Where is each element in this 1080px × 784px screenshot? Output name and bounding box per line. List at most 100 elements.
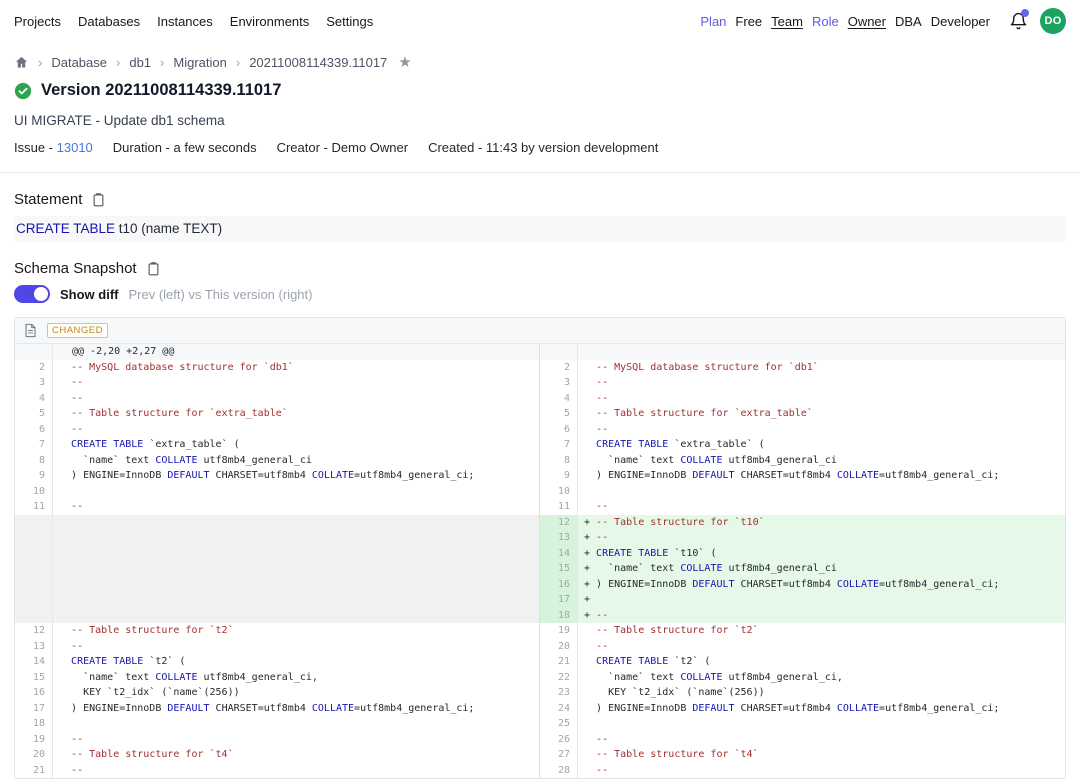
snapshot-section-heading: Schema Snapshot xyxy=(0,242,1080,277)
version-header: Version 20211008114339.11017 xyxy=(0,70,1080,100)
line-number: 6 xyxy=(540,422,578,438)
diff-line: 16 KEY `t2_idx` (`name`(256)) xyxy=(15,685,539,701)
breadcrumb-item[interactable]: 20211008114339.11017 xyxy=(249,55,387,70)
line-code: ) ENGINE=InnoDB DEFAULT CHARSET=utf8mb4 … xyxy=(578,468,1065,484)
nav-item-projects[interactable]: Projects xyxy=(14,14,61,29)
line-number: 26 xyxy=(540,732,578,748)
diff-line: 17 ) ENGINE=InnoDB DEFAULT CHARSET=utf8m… xyxy=(15,701,539,717)
diff-line: 26 -- xyxy=(540,732,1065,748)
line-code: -- MySQL database structure for `db1` xyxy=(578,360,1065,376)
line-number: 19 xyxy=(15,732,53,748)
diff-line: 9 ) ENGINE=InnoDB DEFAULT CHARSET=utf8mb… xyxy=(540,468,1065,484)
nav-item-settings[interactable]: Settings xyxy=(326,14,373,29)
line-code: CREATE TABLE `extra_table` ( xyxy=(578,437,1065,453)
role-option-dba[interactable]: DBA xyxy=(895,14,922,29)
snapshot-heading: Schema Snapshot xyxy=(14,260,137,277)
breadcrumb-item[interactable]: db1 xyxy=(129,55,151,70)
role-label[interactable]: Role xyxy=(812,14,839,29)
copy-snapshot-button[interactable] xyxy=(146,261,161,277)
plan-label[interactable]: Plan xyxy=(700,14,726,29)
line-code: `name` text COLLATE utf8mb4_general_ci xyxy=(578,453,1065,469)
line-number: 8 xyxy=(15,453,53,469)
sql-token: t10 (name TEXT) xyxy=(115,221,222,236)
nav-item-environments[interactable]: Environments xyxy=(230,14,309,29)
diff-line: 15 `name` text COLLATE utf8mb4_general_c… xyxy=(15,670,539,686)
role-option-owner[interactable]: Owner xyxy=(848,14,886,29)
line-number xyxy=(15,608,53,624)
breadcrumb-item[interactable]: Migration xyxy=(173,55,226,70)
issue-link[interactable]: 13010 xyxy=(57,140,93,155)
diff-line: @@ -2,20 +2,27 @@ xyxy=(15,344,539,360)
plan-option-team[interactable]: Team xyxy=(771,14,803,29)
diff-line: 6 -- xyxy=(540,422,1065,438)
line-number: 15 xyxy=(540,561,578,577)
diff-line: 5 -- Table structure for `extra_table` xyxy=(15,406,539,422)
avatar[interactable]: DO xyxy=(1040,8,1066,34)
home-icon[interactable] xyxy=(14,55,29,70)
diff-line: 14+ CREATE TABLE `t10` ( xyxy=(540,546,1065,562)
breadcrumb-item[interactable]: Database xyxy=(51,55,107,70)
notifications-button[interactable] xyxy=(1005,8,1031,34)
diff-line: 2 -- MySQL database structure for `db1` xyxy=(15,360,539,376)
line-number: 20 xyxy=(540,639,578,655)
line-number: 10 xyxy=(15,484,53,500)
line-number: 17 xyxy=(15,701,53,717)
line-code xyxy=(53,530,539,546)
diff-line: 5 -- Table structure for `extra_table` xyxy=(540,406,1065,422)
line-code: CREATE TABLE `extra_table` ( xyxy=(53,437,539,453)
line-code xyxy=(578,344,1065,360)
line-code xyxy=(53,515,539,531)
line-number: 7 xyxy=(540,437,578,453)
meta-created: Created - 11:43 by version development xyxy=(428,140,658,155)
line-number xyxy=(15,515,53,531)
line-code: -- Table structure for `t4` xyxy=(578,747,1065,763)
meta-creator: Creator - Demo Owner xyxy=(277,140,408,155)
line-number: 4 xyxy=(15,391,53,407)
line-number: 6 xyxy=(15,422,53,438)
diff-line: 14 CREATE TABLE `t2` ( xyxy=(15,654,539,670)
diff-line: 10 xyxy=(540,484,1065,500)
line-code xyxy=(578,716,1065,732)
notification-dot xyxy=(1021,9,1029,17)
diff-line: 9 ) ENGINE=InnoDB DEFAULT CHARSET=utf8mb… xyxy=(15,468,539,484)
role-option-developer[interactable]: Developer xyxy=(931,14,990,29)
favorite-star-icon[interactable]: ★ xyxy=(398,55,411,70)
toggle-label: Show diff xyxy=(60,287,119,302)
diff-line: 4 -- xyxy=(540,391,1065,407)
line-code: -- xyxy=(578,499,1065,515)
diff-line: 2 -- MySQL database structure for `db1` xyxy=(540,360,1065,376)
nav-item-instances[interactable]: Instances xyxy=(157,14,213,29)
line-number xyxy=(15,592,53,608)
nav-right: Plan Free Team Role Owner DBA Developer DO xyxy=(700,8,1066,34)
line-number: 17 xyxy=(540,592,578,608)
line-number xyxy=(540,344,578,360)
show-diff-toggle[interactable] xyxy=(14,285,50,303)
line-number: 25 xyxy=(540,716,578,732)
copy-statement-button[interactable] xyxy=(91,192,106,208)
line-code: ) ENGINE=InnoDB DEFAULT CHARSET=utf8mb4 … xyxy=(578,701,1065,717)
line-number: 8 xyxy=(540,453,578,469)
diff-line: 7 CREATE TABLE `extra_table` ( xyxy=(15,437,539,453)
line-code: + -- xyxy=(578,530,1065,546)
line-code: -- MySQL database structure for `db1` xyxy=(53,360,539,376)
line-code: -- xyxy=(53,763,539,779)
sql-token: CREATE TABLE xyxy=(16,221,115,236)
line-code: + -- Table structure for `t10` xyxy=(578,515,1065,531)
diff-line: 15+ `name` text COLLATE utf8mb4_general_… xyxy=(540,561,1065,577)
line-number: 2 xyxy=(540,360,578,376)
file-icon xyxy=(24,323,37,338)
plan-switcher: Plan Free Team xyxy=(700,14,803,29)
main-menu: Projects Databases Instances Environments Se… xyxy=(14,14,373,29)
line-number: 9 xyxy=(540,468,578,484)
line-code: -- xyxy=(53,499,539,515)
line-code: -- Table structure for `t2` xyxy=(578,623,1065,639)
nav-item-databases[interactable]: Databases xyxy=(78,14,140,29)
line-number: 15 xyxy=(15,670,53,686)
line-code xyxy=(53,592,539,608)
diff-line xyxy=(15,592,539,608)
line-number: 11 xyxy=(15,499,53,515)
statement-section-heading: Statement xyxy=(0,173,1080,208)
clipboard-icon xyxy=(91,192,106,208)
diff-line: 17+ xyxy=(540,592,1065,608)
plan-option-free[interactable]: Free xyxy=(735,14,762,29)
